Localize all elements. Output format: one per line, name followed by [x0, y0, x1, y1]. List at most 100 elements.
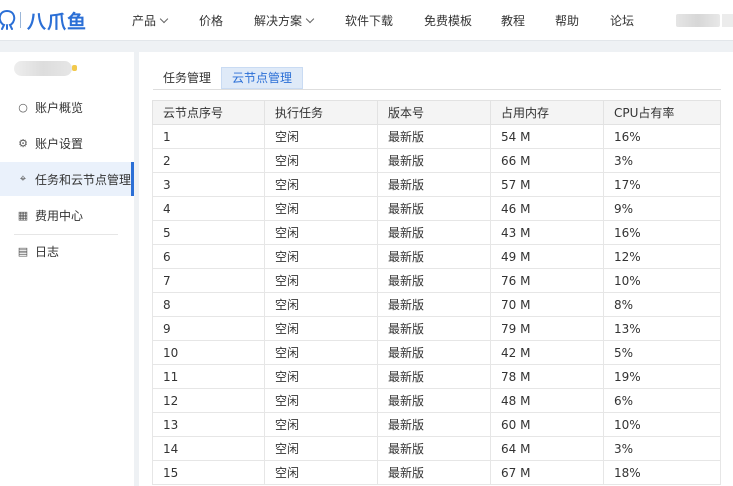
memory-cell: 66 M [490, 148, 604, 173]
sidebar-item-label: 费用中心 [35, 208, 84, 223]
node-id-cell: 12 [152, 388, 265, 413]
nav-item-templates[interactable]: 免费模板 [424, 12, 472, 29]
sidebar-item-label: 账户设置 [35, 136, 84, 151]
table-row: 4 空闲 最新版 46 M 9% [152, 196, 721, 221]
tab-underline [153, 89, 721, 90]
tab-cloud-node-management[interactable]: 云节点管理 [221, 67, 304, 89]
vip-badge-icon [72, 65, 77, 71]
memory-cell: 78 M [490, 364, 604, 389]
node-id-cell: 15 [152, 460, 265, 485]
table-row: 7 空闲 最新版 76 M 10% [152, 268, 721, 293]
cpu-cell: 10% [603, 268, 721, 293]
cpu-cell: 17% [603, 172, 721, 197]
cpu-cell: 12% [603, 244, 721, 269]
nav-item-tutorials[interactable]: 教程 [501, 12, 525, 29]
task-cell: 空闲 [264, 388, 378, 413]
cpu-cell: 8% [603, 292, 721, 317]
sidebar-item-task-node-management[interactable]: ⌖ 任务和云节点管理 [0, 162, 134, 196]
memory-cell: 49 M [490, 244, 604, 269]
nav-item-download[interactable]: 软件下载 [345, 12, 393, 29]
user-menu[interactable] [676, 14, 720, 27]
sidebar-item-label: 账户概览 [35, 100, 84, 115]
sidebar-item-account-overview[interactable]: ○ 账户概览 [0, 90, 134, 124]
user-icon: ○ [18, 100, 28, 114]
task-cell: 空闲 [264, 316, 378, 341]
task-cell: 空闲 [264, 340, 378, 365]
table-row: 5 空闲 最新版 43 M 16% [152, 220, 721, 245]
version-cell: 最新版 [377, 172, 491, 197]
node-id-cell: 13 [152, 412, 265, 437]
sidebar-item-billing[interactable]: ▦ 费用中心 [0, 198, 134, 232]
card-icon: ▦ [17, 208, 29, 222]
memory-cell: 76 M [490, 268, 604, 293]
version-cell: 最新版 [377, 340, 491, 365]
cpu-cell: 19% [603, 364, 721, 389]
table-row: 14 空闲 最新版 64 M 3% [152, 436, 721, 461]
nav-item-pricing[interactable]: 价格 [199, 12, 223, 29]
cloud-node-table: 云节点序号 执行任务 版本号 占用内存 CPU占有率 1 空闲 最新版 54 M 16%… [152, 100, 721, 485]
table-row: 1 空闲 最新版 54 M 16% [152, 124, 721, 149]
memory-cell: 64 M [490, 436, 604, 461]
task-cell: 空闲 [264, 220, 378, 245]
column-header-node-id: 云节点序号 [152, 100, 265, 125]
table-row: 11 空闲 最新版 78 M 19% [152, 364, 721, 389]
version-cell: 最新版 [377, 292, 491, 317]
sidebar-item-account-settings[interactable]: ⚙ 账户设置 [0, 126, 134, 160]
brand-name: 八爪鱼 [27, 10, 88, 33]
tab-task-management[interactable]: 任务管理 [153, 67, 221, 89]
gear-icon: ⚙ [18, 136, 28, 150]
version-cell: 最新版 [377, 388, 491, 413]
memory-cell: 70 M [490, 292, 604, 317]
version-cell: 最新版 [377, 316, 491, 341]
chevron-down-icon [305, 14, 315, 23]
user-menu-extra[interactable] [722, 14, 733, 27]
task-cell: 空闲 [264, 172, 378, 197]
table-header-row: 云节点序号 执行任务 版本号 占用内存 CPU占有率 [152, 100, 721, 125]
task-cell: 空闲 [264, 460, 378, 485]
node-id-cell: 4 [152, 196, 265, 221]
version-cell: 最新版 [377, 364, 491, 389]
version-cell: 最新版 [377, 412, 491, 437]
memory-cell: 48 M [490, 388, 604, 413]
node-id-cell: 11 [152, 364, 265, 389]
avatar[interactable] [14, 61, 72, 76]
memory-cell: 46 M [490, 196, 604, 221]
nav-item-help[interactable]: 帮助 [555, 12, 579, 29]
cpu-cell: 16% [603, 124, 721, 149]
nav-item-products[interactable]: 产品 [132, 12, 169, 29]
sidebar-item-label: 任务和云节点管理 [35, 172, 132, 187]
column-header-cpu: CPU占有率 [603, 100, 721, 125]
logo-divider [20, 12, 21, 28]
cpu-cell: 13% [603, 316, 721, 341]
version-cell: 最新版 [377, 268, 491, 293]
chevron-down-icon [159, 14, 169, 23]
table-row: 10 空闲 最新版 42 M 5% [152, 340, 721, 365]
sidebar-item-logs[interactable]: ▤ 日志 [0, 234, 134, 268]
nav-item-forum[interactable]: 论坛 [610, 12, 634, 29]
octopus-logo-icon [0, 10, 16, 30]
version-cell: 最新版 [377, 196, 491, 221]
task-cell: 空闲 [264, 436, 378, 461]
task-cell: 空闲 [264, 364, 378, 389]
top-navigation-bar: 八爪鱼 产品 价格 解决方案 软件下载 免费模板 教程 帮助 论坛 [0, 0, 733, 41]
table-row: 15 空闲 最新版 67 M 18% [152, 460, 721, 485]
memory-cell: 60 M [490, 412, 604, 437]
memory-cell: 43 M [490, 220, 604, 245]
network-icon: ⌖ [19, 172, 27, 185]
node-id-cell: 3 [152, 172, 265, 197]
column-header-memory: 占用内存 [490, 100, 604, 125]
task-cell: 空闲 [264, 124, 378, 149]
cpu-cell: 10% [603, 412, 721, 437]
cpu-cell: 18% [603, 460, 721, 485]
cpu-cell: 3% [603, 148, 721, 173]
nav-item-solutions[interactable]: 解决方案 [254, 12, 315, 29]
node-id-cell: 8 [152, 292, 265, 317]
memory-cell: 79 M [490, 316, 604, 341]
cpu-cell: 16% [603, 220, 721, 245]
sidebar: ○ 账户概览 ⚙ 账户设置 ⌖ 任务和云节点管理 ▦ 费用中心 ▤ 日志 [0, 52, 134, 486]
brand-logo[interactable]: 八爪鱼 [0, 7, 87, 33]
table-row: 12 空闲 最新版 48 M 6% [152, 388, 721, 413]
node-id-cell: 6 [152, 244, 265, 269]
version-cell: 最新版 [377, 220, 491, 245]
node-id-cell: 10 [152, 340, 265, 365]
